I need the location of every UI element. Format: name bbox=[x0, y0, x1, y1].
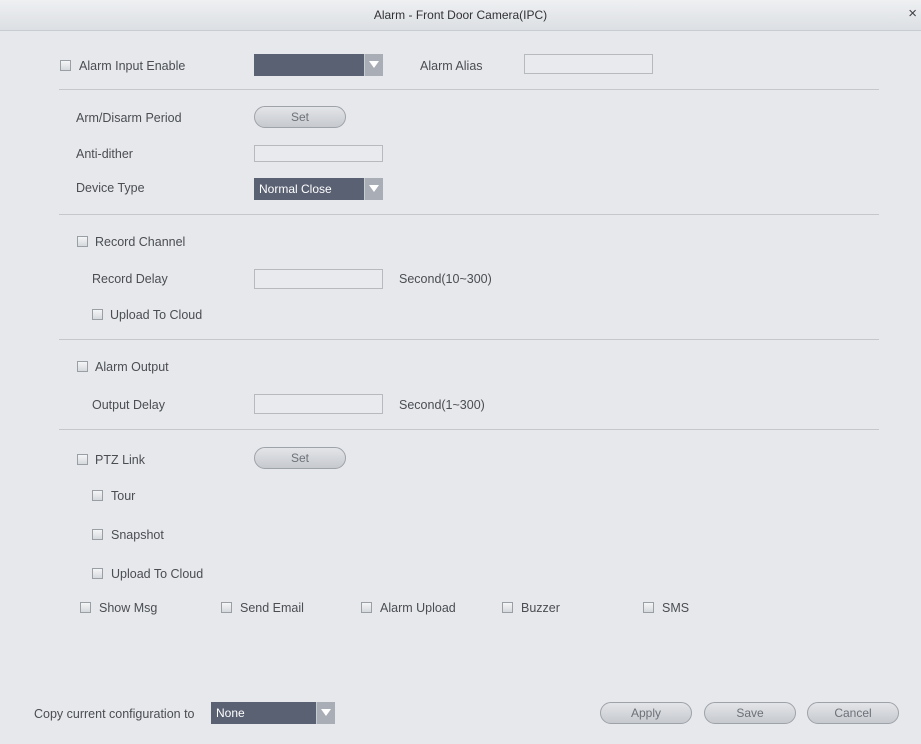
alarm-upload-checkbox[interactable] bbox=[361, 602, 372, 613]
alarm-output-label: Alarm Output bbox=[95, 360, 169, 374]
record-upload-cloud-checkbox[interactable] bbox=[92, 309, 103, 320]
alarm-alias-input[interactable] bbox=[524, 54, 653, 74]
record-upload-cloud-label: Upload To Cloud bbox=[110, 308, 203, 322]
title-bar: Alarm - Front Door Camera(IPC) × bbox=[0, 0, 921, 31]
record-delay-unit: Second(10~300) bbox=[399, 272, 492, 286]
send-email-label: Send Email bbox=[240, 601, 304, 615]
arm-disarm-period-label: Arm/Disarm Period bbox=[76, 111, 182, 125]
tour-label: Tour bbox=[111, 489, 136, 503]
alarm-input-enable-label: Alarm Input Enable bbox=[79, 59, 186, 73]
anti-dither-input[interactable] bbox=[254, 145, 383, 162]
save-button[interactable]: Save bbox=[704, 702, 796, 724]
alarm-upload-label: Alarm Upload bbox=[380, 601, 456, 615]
copy-config-select[interactable]: None bbox=[211, 702, 335, 724]
ptz-set-button[interactable]: Set bbox=[254, 447, 346, 469]
alarm-input-enable-checkbox[interactable] bbox=[60, 60, 71, 71]
show-msg-checkbox[interactable] bbox=[80, 602, 91, 613]
copy-config-value: None bbox=[216, 706, 245, 720]
ptz-upload-cloud-label: Upload To Cloud bbox=[111, 567, 204, 581]
record-channel-label: Record Channel bbox=[95, 235, 186, 249]
copy-config-label: Copy current configuration to bbox=[34, 707, 195, 721]
snapshot-checkbox[interactable] bbox=[92, 529, 103, 540]
window-title: Alarm - Front Door Camera(IPC) bbox=[373, 8, 548, 22]
anti-dither-label: Anti-dither bbox=[76, 147, 133, 161]
snapshot-label: Snapshot bbox=[111, 528, 164, 542]
divider bbox=[59, 214, 879, 215]
show-msg-label: Show Msg bbox=[99, 601, 158, 615]
sms-checkbox[interactable] bbox=[643, 602, 654, 613]
record-delay-input[interactable] bbox=[254, 269, 383, 289]
close-icon[interactable]: × bbox=[908, 6, 917, 21]
device-type-label: Device Type bbox=[76, 181, 145, 195]
divider bbox=[59, 429, 879, 430]
divider bbox=[59, 339, 879, 340]
cancel-button[interactable]: Cancel bbox=[807, 702, 899, 724]
chevron-down-icon[interactable] bbox=[316, 702, 335, 724]
record-channel-checkbox[interactable] bbox=[77, 236, 88, 247]
arm-disarm-set-button[interactable]: Set bbox=[254, 106, 346, 128]
ptz-link-checkbox[interactable] bbox=[77, 454, 88, 465]
buzzer-checkbox[interactable] bbox=[502, 602, 513, 613]
send-email-checkbox[interactable] bbox=[221, 602, 232, 613]
alarm-alias-label: Alarm Alias bbox=[420, 59, 483, 73]
chevron-down-icon[interactable] bbox=[364, 54, 383, 76]
alarm-settings-panel: Alarm Input Enable Alarm Alias Arm/Disar… bbox=[0, 31, 921, 744]
tour-checkbox[interactable] bbox=[92, 490, 103, 501]
buzzer-label: Buzzer bbox=[521, 601, 560, 615]
alarm-input-select[interactable] bbox=[254, 54, 383, 76]
output-delay-label: Output Delay bbox=[92, 398, 165, 412]
apply-button[interactable]: Apply bbox=[600, 702, 692, 724]
ptz-link-label: PTZ Link bbox=[95, 453, 146, 467]
output-delay-unit: Second(1~300) bbox=[399, 398, 485, 412]
device-type-value: Normal Close bbox=[259, 182, 332, 196]
device-type-select[interactable]: Normal Close bbox=[254, 178, 383, 200]
output-delay-input[interactable] bbox=[254, 394, 383, 414]
ptz-upload-cloud-checkbox[interactable] bbox=[92, 568, 103, 579]
record-delay-label: Record Delay bbox=[92, 272, 168, 286]
divider bbox=[59, 89, 879, 90]
alarm-output-checkbox[interactable] bbox=[77, 361, 88, 372]
sms-label: SMS bbox=[662, 601, 690, 615]
chevron-down-icon[interactable] bbox=[364, 178, 383, 200]
